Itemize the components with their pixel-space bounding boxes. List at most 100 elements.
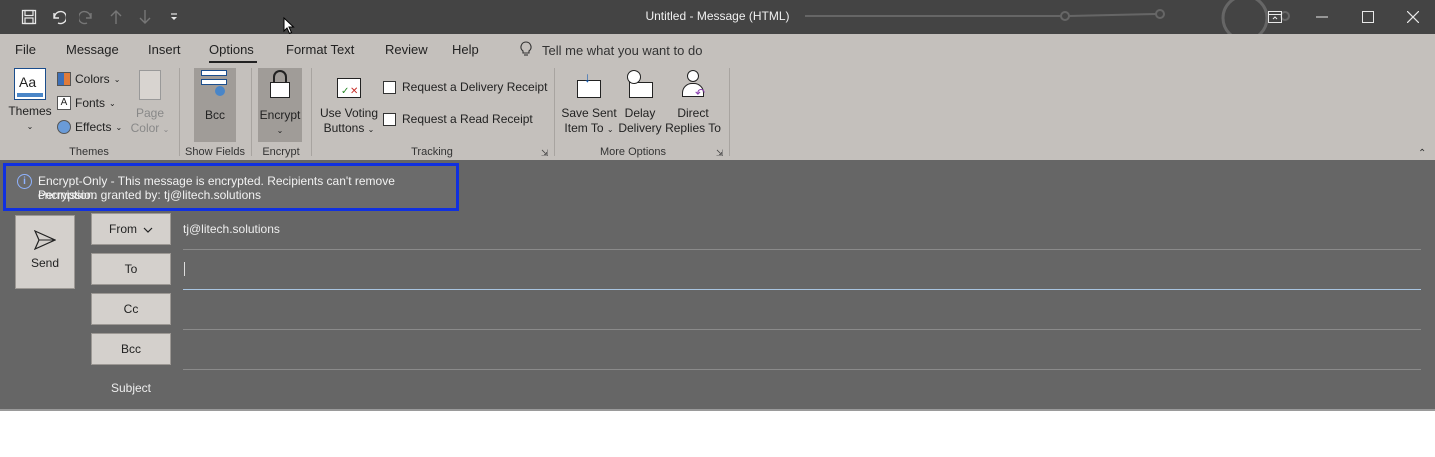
- tell-me-text: Tell me what you want to do: [542, 43, 703, 58]
- themes-label: Themes: [8, 104, 52, 118]
- page-color-icon: [139, 70, 161, 100]
- minimize-button[interactable]: [1299, 0, 1345, 34]
- group-separator: [311, 68, 312, 156]
- save-sent-icon: ↓: [575, 70, 603, 100]
- themes-icon: Aa: [14, 68, 46, 100]
- bcc-button[interactable]: Bcc: [91, 333, 171, 365]
- lock-icon: [268, 70, 292, 100]
- tab-message[interactable]: Message: [66, 42, 119, 57]
- bcc-input[interactable]: [183, 369, 1421, 370]
- read-receipt-label: Request a Read Receipt: [402, 112, 533, 126]
- active-tab-indicator: [209, 61, 257, 63]
- bcc-toggle-button[interactable]: Bcc: [194, 70, 236, 123]
- colors-label: Colors: [75, 72, 110, 86]
- lightbulb-icon: [520, 41, 532, 60]
- checkbox-box: [383, 80, 396, 94]
- to-label: To: [124, 262, 138, 276]
- tab-help[interactable]: Help: [452, 42, 479, 57]
- chevron-down-icon: ⌄: [367, 125, 375, 134]
- show-fields-group-label: Show Fields: [185, 146, 245, 158]
- chevron-down-icon: ⌄: [113, 74, 121, 84]
- send-icon: [33, 229, 57, 251]
- encrypt-button[interactable]: Encrypt ⌄: [258, 70, 302, 138]
- bcc-field-label: Bcc: [120, 342, 141, 356]
- encrypt-label: Encrypt: [259, 108, 301, 122]
- colors-button[interactable]: Colors ⌄: [57, 72, 120, 86]
- subject-label: Subject: [110, 381, 152, 395]
- tab-insert[interactable]: Insert: [148, 42, 181, 57]
- read-receipt-checkbox[interactable]: Request a Read Receipt: [383, 112, 533, 126]
- to-button[interactable]: To: [91, 253, 171, 285]
- close-button[interactable]: [1390, 0, 1435, 34]
- subject-input-border: [0, 409, 1435, 411]
- delay-label-1: Delay: [624, 106, 656, 120]
- save-sent-label-2: Item To: [564, 121, 604, 135]
- voting-label-2: Buttons: [323, 121, 365, 135]
- ribbon: Aa Themes ⌄ Colors ⌄ A Fonts ⌄ Effects ⌄…: [0, 64, 1435, 160]
- effects-button[interactable]: Effects ⌄: [57, 120, 122, 134]
- tab-file[interactable]: File: [15, 42, 36, 57]
- save-sent-label-1: Save Sent: [561, 106, 617, 120]
- from-field-line: [183, 249, 1421, 250]
- maximize-button[interactable]: [1345, 0, 1391, 34]
- themes-button[interactable]: Aa Themes ⌄: [8, 68, 52, 134]
- direct-label-1: Direct: [677, 106, 709, 120]
- send-button[interactable]: Send: [15, 215, 75, 289]
- save-sent-item-button[interactable]: ↓ Save Sent Item To ⌄: [561, 70, 617, 137]
- info-icon: i: [17, 174, 32, 189]
- infobar-line-2: Permission granted by: tj@litech.solutio…: [38, 188, 261, 202]
- to-input[interactable]: [183, 289, 1421, 290]
- encrypt-group-label: Encrypt: [262, 146, 300, 158]
- tell-me-search[interactable]: Tell me what you want to do: [520, 41, 702, 60]
- send-label: Send: [30, 256, 60, 270]
- delay-delivery-button[interactable]: Delay Delivery: [617, 70, 663, 136]
- tab-options[interactable]: Options: [209, 42, 254, 57]
- chevron-down-icon: ⌄: [606, 125, 614, 134]
- ribbon-display-options-icon[interactable]: [1252, 0, 1298, 34]
- delivery-receipt-checkbox[interactable]: Request a Delivery Receipt: [383, 80, 547, 94]
- direct-replies-button[interactable]: ↶ Direct Replies To: [663, 70, 723, 136]
- cc-button[interactable]: Cc: [91, 293, 171, 325]
- bcc-icon: [201, 70, 229, 100]
- tracking-group-label: Tracking: [411, 146, 453, 158]
- fonts-label: Fonts: [75, 96, 106, 110]
- chevron-down-icon: [143, 222, 153, 236]
- group-separator: [554, 68, 555, 156]
- voting-label-1: Use Voting: [319, 106, 379, 120]
- chevron-down-icon: ⌄: [109, 98, 116, 108]
- title-bar: Untitled - Message (HTML): [0, 0, 1435, 35]
- from-button[interactable]: From: [91, 213, 171, 245]
- delay-label-2: Delivery: [618, 121, 662, 135]
- chevron-down-icon: ⌄: [162, 125, 170, 134]
- chevron-down-icon: ⌄: [276, 126, 284, 135]
- group-separator: [179, 68, 180, 156]
- chevron-down-icon: ⌄: [115, 122, 123, 132]
- ribbon-tab-bar: File Message Insert Options Format Text …: [0, 34, 1435, 64]
- more-options-group-label: More Options: [599, 146, 667, 158]
- effects-icon: [57, 120, 71, 134]
- group-separator: [251, 68, 252, 156]
- voting-buttons-button[interactable]: ✓ ✕ Use Voting Buttons ⌄: [318, 70, 380, 137]
- dialog-launcher-icon[interactable]: ⇲: [541, 148, 549, 159]
- colors-icon: [57, 72, 71, 86]
- direct-replies-icon: ↶: [679, 70, 707, 100]
- effects-label: Effects: [75, 120, 112, 134]
- tab-review[interactable]: Review: [385, 42, 428, 57]
- chevron-down-icon: ⌄: [26, 122, 34, 131]
- text-caret: [184, 262, 185, 276]
- bcc-label: Bcc: [204, 108, 225, 122]
- collapse-ribbon-icon[interactable]: ⌃: [1418, 148, 1426, 159]
- voting-icon: ✓ ✕: [335, 70, 363, 100]
- checkbox-box: [383, 112, 396, 126]
- fonts-button[interactable]: A Fonts ⌄: [57, 96, 116, 110]
- cc-label: Cc: [123, 302, 139, 316]
- cc-input[interactable]: [183, 329, 1421, 330]
- tab-format-text[interactable]: Format Text: [286, 42, 354, 57]
- dialog-launcher-icon[interactable]: ⇲: [716, 148, 724, 159]
- window-title: Untitled - Message (HTML): [645, 9, 790, 23]
- from-value: tj@litech.solutions: [183, 222, 280, 236]
- delivery-receipt-label: Request a Delivery Receipt: [402, 80, 548, 94]
- page-color-button[interactable]: Page Color ⌄: [128, 70, 172, 137]
- delay-delivery-icon: [625, 70, 655, 100]
- from-label: From: [109, 222, 137, 236]
